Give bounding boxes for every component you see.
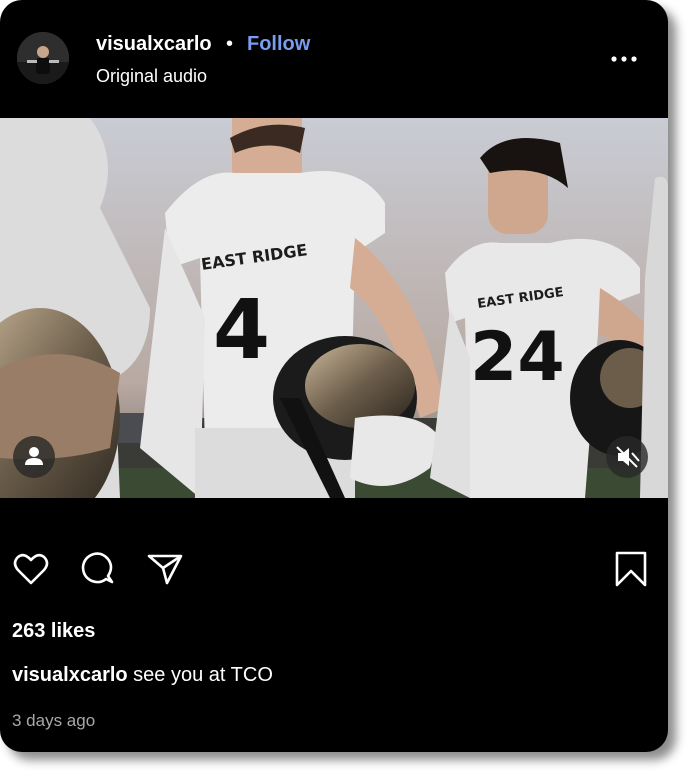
jersey-number-right: 24 (470, 318, 565, 397)
heart-icon (13, 553, 49, 585)
likes-count[interactable]: 263 likes (12, 620, 95, 643)
mute-toggle-button[interactable] (606, 436, 648, 478)
follow-button[interactable]: Follow (247, 33, 310, 56)
caption-username[interactable]: visualxcarlo (12, 664, 128, 686)
jersey-number-left: 4 (213, 283, 270, 378)
post-media[interactable]: EAST RIDGE 4 EAST RIDGE 24 (0, 118, 668, 498)
comment-bubble-icon (81, 552, 114, 584)
post-timestamp[interactable]: 3 days ago (12, 711, 95, 731)
post-username[interactable]: visualxcarlo (96, 33, 212, 56)
audio-label[interactable]: Original audio (96, 66, 207, 87)
caption-text: see you at TCO (127, 664, 273, 686)
post-card: visualxcarlo • Follow Original audio EAS… (0, 0, 668, 752)
post-caption: visualxcarlo see you at TCO (12, 664, 273, 687)
speaker-muted-icon (616, 446, 640, 468)
like-button[interactable] (11, 549, 51, 589)
tagged-users-button[interactable] (13, 436, 55, 478)
separator-dot: • (226, 33, 234, 55)
paper-plane-icon (147, 554, 183, 585)
save-button[interactable] (611, 549, 651, 589)
user-tag-icon (25, 447, 43, 465)
share-button[interactable] (145, 549, 185, 589)
avatar[interactable] (17, 32, 69, 84)
more-options-icon[interactable] (605, 48, 643, 70)
bookmark-icon (615, 551, 647, 587)
comment-button[interactable] (78, 549, 118, 589)
